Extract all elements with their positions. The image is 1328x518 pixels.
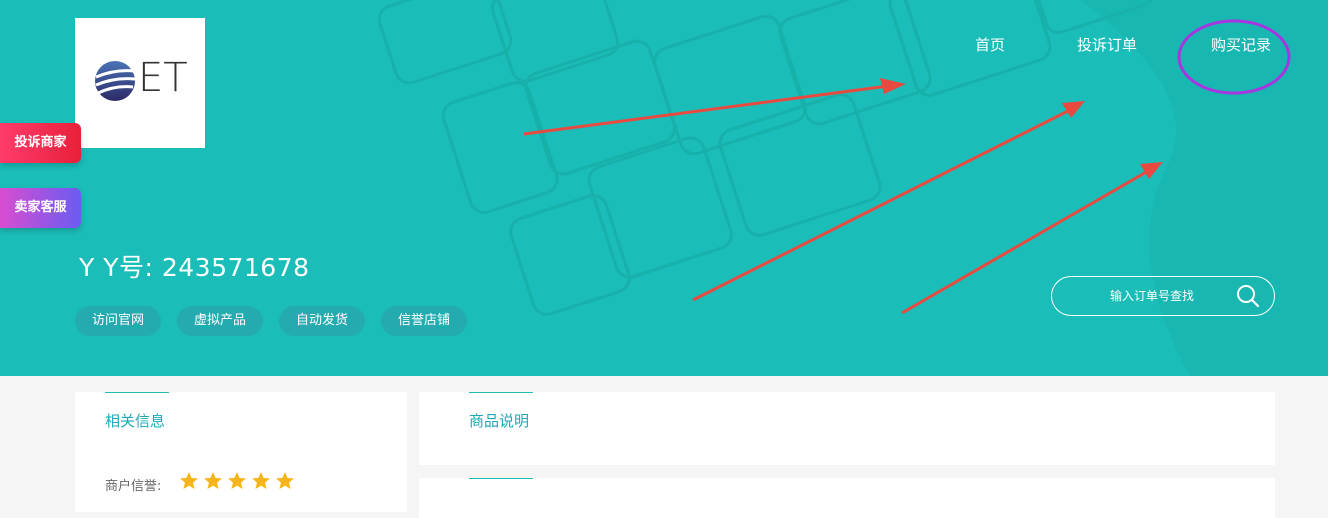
yy-number: Y Y号: 243571678 [79,253,310,282]
product-description-title: 商品说明 [469,412,530,430]
tag-auto-delivery: 自动发货 [279,306,366,336]
logo-text: ET [138,55,188,101]
complain-merchant-button[interactable]: 投诉商家 [0,123,81,163]
star-icon [180,472,198,489]
tag-trusted-store: 信誉店铺 [381,306,468,336]
star-icon [276,472,294,489]
merchant-rating-stars [179,471,295,491]
related-info-title: 相关信息 [105,412,166,430]
tag-virtual-product: 虚拟产品 [177,306,264,336]
star-icon [252,472,270,489]
merchant-rating-label: 商户信誉: [105,479,162,494]
section-rule [469,478,533,479]
star-icon [204,472,222,489]
section-rule [469,392,533,393]
store-tags: 访问官网 虚拟产品 自动发货 信誉店铺 [75,306,468,336]
star-icon [228,472,246,489]
order-search-box [1051,276,1275,316]
search-icon[interactable] [1236,284,1260,308]
related-info-card: 相关信息 商户信誉: [75,392,407,512]
nav-complaint-orders[interactable]: 投诉订单 [1077,34,1137,55]
section-rule [105,392,169,393]
tag-visit-website[interactable]: 访问官网 [75,306,162,336]
product-description-card: 商品说明 [419,392,1275,465]
nav-home[interactable]: 首页 [975,34,1005,55]
next-section-card [419,478,1275,518]
hero-banner: ET 首页 投诉订单 购买记录 Y Y号: 243571678 访问官网 虚拟产… [0,0,1328,376]
seller-service-button[interactable]: 卖家客服 [0,188,81,228]
nav-purchase-records[interactable]: 购买记录 [1211,34,1271,55]
order-search-input[interactable] [1072,286,1232,306]
store-logo: ET [75,18,205,148]
